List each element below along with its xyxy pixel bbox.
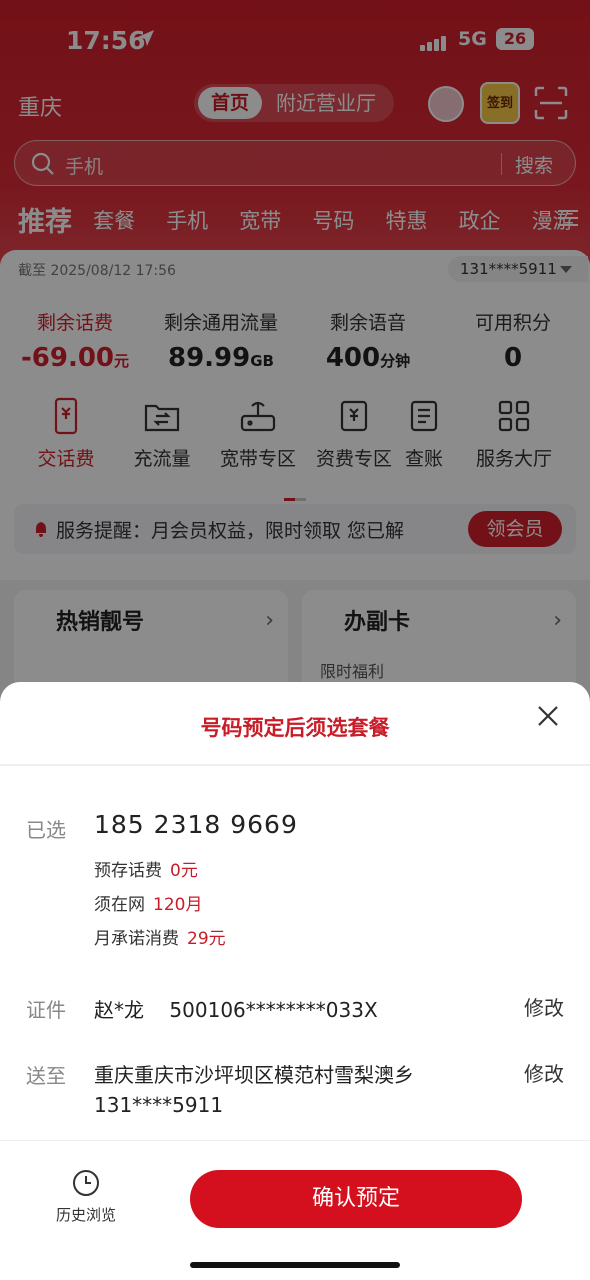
detail-contract: 须在网 120月 (94, 895, 203, 915)
detail-monthly-commit: 月承诺消费 29元 (94, 929, 226, 949)
detail-prestore: 预存话费 0元 (94, 861, 198, 881)
id-value: 赵*龙 500106********033X (94, 998, 378, 1022)
address-phone: 131****5911 (94, 1093, 224, 1117)
history-button[interactable]: 历史浏览 (48, 1168, 124, 1225)
history-label: 历史浏览 (55, 1206, 116, 1224)
divider (0, 1140, 590, 1141)
selected-label: 已选 (26, 818, 66, 842)
edit-id-button[interactable]: 修改 (524, 992, 564, 1021)
close-icon[interactable] (536, 704, 560, 728)
clock-icon (73, 1170, 99, 1196)
reservation-sheet: 号码预定后须选套餐 已选 185 2318 9669 预存话费 0元 须在网 120… (0, 682, 590, 1280)
divider (0, 764, 590, 766)
confirm-reservation-button[interactable]: 确认预定 (190, 1170, 522, 1228)
home-indicator (190, 1262, 400, 1268)
address-line: 重庆重庆市沙坪坝区模范村雪梨澳乡 (94, 1063, 414, 1087)
sheet-title: 号码预定后须选套餐 (200, 716, 390, 740)
id-label: 证件 (26, 998, 66, 1022)
edit-address-button[interactable]: 修改 (524, 1058, 564, 1087)
selected-number: 185 2318 9669 (94, 810, 298, 839)
ship-label: 送至 (26, 1064, 66, 1088)
shipping-address: 重庆重庆市沙坪坝区模范村雪梨澳乡 131****5911 (94, 1060, 414, 1120)
